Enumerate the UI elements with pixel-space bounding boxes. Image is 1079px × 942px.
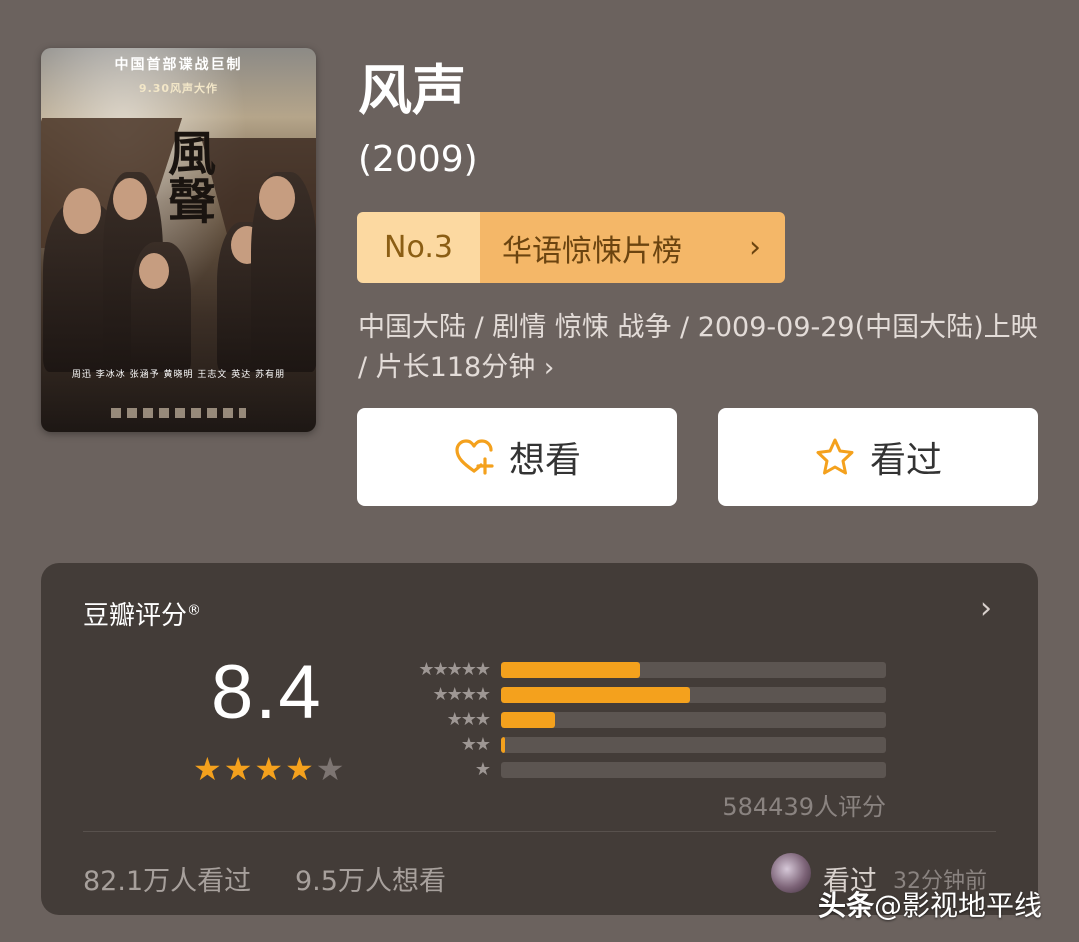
rating-bar-row: ★★ <box>391 732 886 757</box>
chevron-right-icon[interactable]: › <box>980 591 992 626</box>
poster-face <box>139 253 169 289</box>
rating-bar-row: ★★★ <box>391 707 886 732</box>
rank-list-label: 华语惊悚片榜 <box>502 233 682 269</box>
rank-number: No.3 <box>357 212 480 283</box>
rating-bar-track <box>501 686 886 703</box>
poster-release-line: 9.30风声大作 <box>138 82 219 95</box>
divider <box>83 831 996 832</box>
rating-bar-stars: ★ <box>474 759 491 780</box>
star-icon: ★ <box>193 750 222 788</box>
rating-distribution: ★★★★★ ★★★★ ★★★ ★★ ★ <box>391 657 886 782</box>
want-to-watch-label: 想看 <box>508 440 581 481</box>
rating-bar-fill <box>501 686 690 703</box>
avatar[interactable] <box>771 853 811 893</box>
poster-face <box>63 188 101 234</box>
rating-bar-fill <box>501 661 640 678</box>
rating-bar-track <box>501 661 886 678</box>
rating-bar-fill <box>501 736 505 753</box>
vote-count: 584439人评分 <box>722 793 886 821</box>
star-icon: ★ <box>223 750 253 788</box>
rating-bar-stars: ★★ <box>460 734 491 755</box>
poster-cast-line: 周迅 李冰冰 张涵予 黄晓明 王志文 英达 苏有朋 <box>71 370 286 380</box>
heart-plus-icon <box>453 436 495 478</box>
rating-bar-stars: ★★★★★ <box>418 659 491 680</box>
seen-count: 82.1万人看过 <box>83 866 252 897</box>
want-to-watch-button[interactable]: 想看 <box>357 408 677 506</box>
rating-title: 豆瓣评分® <box>83 595 201 632</box>
rating-bar-track <box>501 711 886 728</box>
movie-meta-text: 中国大陆 / 剧情 惊悚 战争 / 2009-09-29(中国大陆)上映 / 片… <box>358 312 1038 383</box>
rating-bar-track <box>501 761 886 778</box>
rating-bar-row: ★★★★★ <box>391 657 886 682</box>
movie-poster[interactable]: 中国首部谍战巨制 9.30风声大作 風聲 周迅 李冰冰 张涵予 黄晓明 王志文 … <box>41 48 316 432</box>
watched-button[interactable]: 看过 <box>718 408 1038 506</box>
rating-bar-row: ★★★★ <box>391 682 886 707</box>
watermark: 头条@影视地平线 <box>818 884 1042 924</box>
rating-bar-stars: ★★★ <box>446 709 491 730</box>
registered-mark: ® <box>187 602 202 619</box>
rating-bar-fill <box>501 711 555 728</box>
poster-sponsor-logos <box>111 408 246 418</box>
rank-list-link[interactable]: 华语惊悚片榜 › <box>480 212 785 283</box>
rating-bar-stars: ★★★★ <box>432 684 491 705</box>
poster-calligraphy-title: 風聲 <box>159 128 215 224</box>
movie-meta-info[interactable]: 中国大陆 / 剧情 惊悚 战争 / 2009-09-29(中国大陆)上映 / 片… <box>358 308 1038 388</box>
movie-title: 风声 <box>358 59 466 122</box>
rating-bar-track <box>501 736 886 753</box>
rating-bar-row: ★ <box>391 757 886 782</box>
watermark-brand: 头条 <box>818 889 875 922</box>
chevron-right-icon: › <box>543 353 555 383</box>
rating-stars: ★ ★ ★ ★ ★ <box>193 753 344 785</box>
star-outline-icon <box>814 436 856 478</box>
poster-face <box>113 178 147 220</box>
star-icon: ★ <box>315 750 345 788</box>
rating-title-text: 豆瓣评分 <box>83 601 188 631</box>
rank-badge[interactable]: No.3 华语惊悚片榜 › <box>357 212 785 283</box>
chevron-right-icon: › <box>749 230 761 265</box>
rating-score: 8.4 <box>211 650 323 735</box>
watched-label: 看过 <box>869 440 942 481</box>
star-icon: ★ <box>285 750 314 788</box>
poster-tagline: 中国首部谍战巨制 <box>114 57 243 73</box>
rating-card[interactable]: 豆瓣评分® › 8.4 ★ ★ ★ ★ ★ ★★★★★ ★★★★ ★★★ ★★ ★ 584439… <box>41 563 1038 915</box>
watermark-account: @影视地平线 <box>874 889 1043 922</box>
poster-face <box>259 176 295 220</box>
star-icon: ★ <box>254 750 284 788</box>
want-count: 9.5万人想看 <box>295 866 446 897</box>
movie-year: (2009) <box>358 139 478 180</box>
